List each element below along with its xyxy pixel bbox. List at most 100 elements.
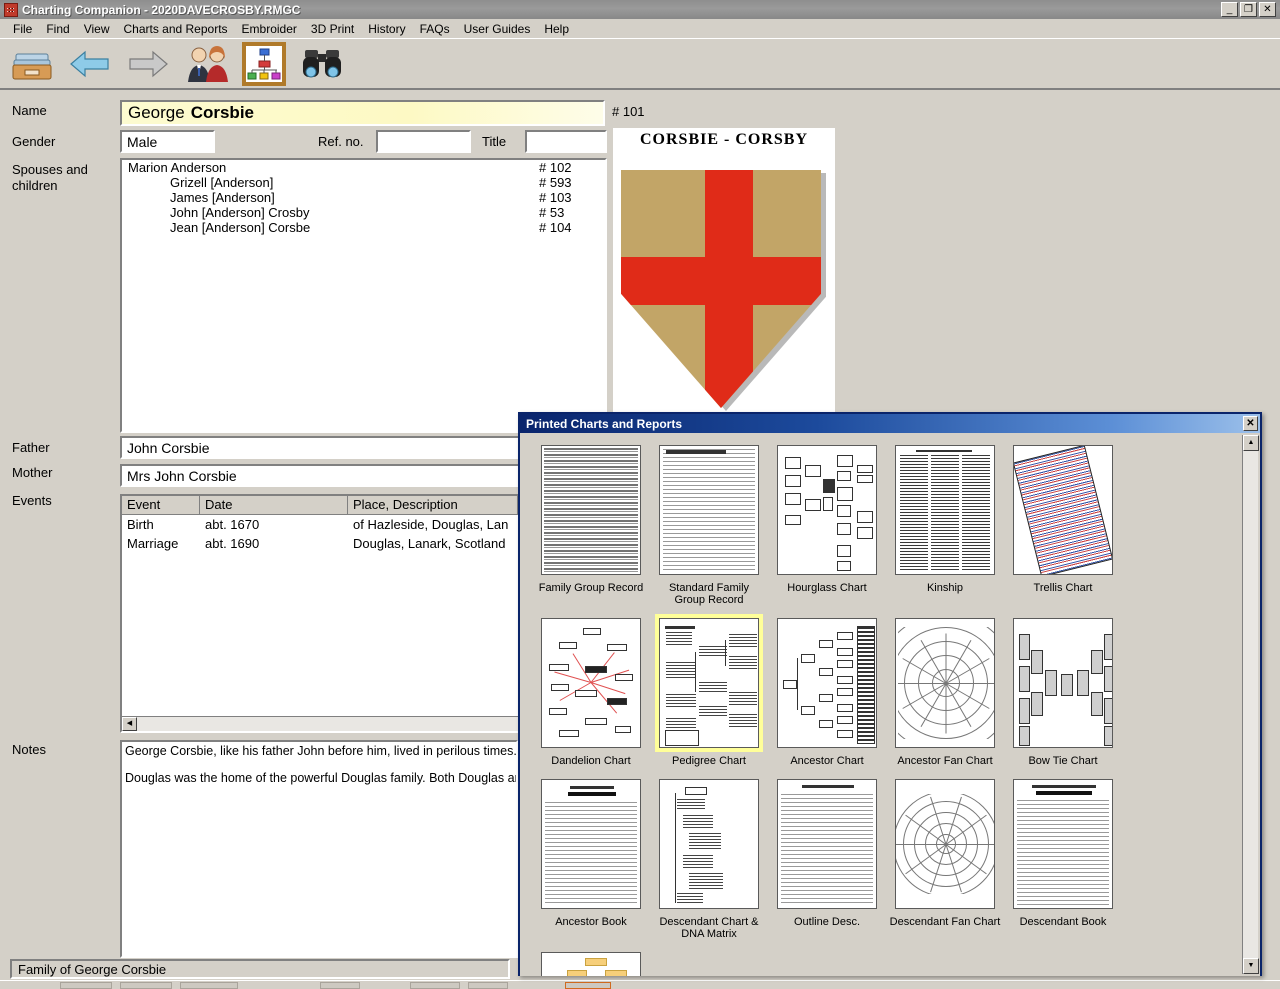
thumbnail-preview[interactable] [895, 618, 995, 748]
chart-thumbnail-grid: Family Group Record Standard Family Grou… [532, 441, 1232, 976]
events-table[interactable]: Event Date Place, Description Birth abt.… [120, 494, 520, 733]
table-row[interactable]: Birth abt. 1670 of Hazleside, Douglas, L… [122, 515, 518, 534]
family-member-id: # 53 [539, 205, 565, 220]
shield-cross-horizontal [621, 257, 821, 305]
thumbnail-preview[interactable] [777, 618, 877, 748]
title-field[interactable] [525, 130, 607, 153]
chart-option-descendant-book[interactable]: Descendant Book [1004, 775, 1122, 940]
family-member-name: James [Anderson] [170, 190, 275, 205]
thumbnail-preview[interactable] [659, 618, 759, 748]
notes-label: Notes [12, 742, 46, 757]
event-name: Marriage [127, 536, 179, 551]
table-row[interactable]: Marriage abt. 1690 Douglas, Lanark, Scot… [122, 534, 518, 553]
thumbnail-preview[interactable] [895, 779, 995, 909]
event-date: abt. 1670 [205, 517, 260, 532]
scroll-up-arrow-icon[interactable]: ▲ [1243, 435, 1259, 451]
thumbnail-preview[interactable] [541, 618, 641, 748]
chart-option-bow-tie-chart[interactable]: Bow Tie Chart [1004, 614, 1122, 767]
thumbnail-preview[interactable] [541, 952, 641, 976]
chart-option-ancestor-chart[interactable]: Ancestor Chart [768, 614, 886, 767]
column-header-date[interactable]: Date [200, 496, 348, 515]
family-member-id: # 103 [539, 190, 572, 205]
event-place: Douglas, Lanark, Scotland [353, 536, 506, 551]
chart-option-label: Family Group Record [538, 582, 644, 594]
coat-of-arms-shield [613, 149, 835, 411]
list-item[interactable]: Marion Anderson # 102 [122, 160, 605, 175]
chart-option-label: Outline Desc. [793, 916, 861, 928]
chart-option-label: Pedigree Chart [672, 755, 746, 767]
chart-option-label: Kinship [926, 582, 964, 594]
family-member-name: Marion Anderson [128, 160, 227, 175]
chart-option-label: Ancestor Chart [790, 755, 864, 767]
thumbnail-preview[interactable] [1013, 779, 1113, 909]
coat-of-arms-title: CORSBIE - CORSBY [639, 131, 809, 148]
application-window: Charting Companion - 2020DAVECROSBY.RMGC… [0, 0, 1280, 989]
title-label: Title [482, 134, 507, 149]
printed-charts-and-reports-dialog: Printed Charts and Reports ✕ Family Grou… [518, 412, 1262, 976]
given-name: George [128, 103, 185, 122]
thumbnail-preview[interactable] [1013, 618, 1113, 748]
list-item[interactable]: Grizell [Anderson] # 593 [122, 175, 605, 190]
list-item[interactable]: John [Anderson] Crosby # 53 [122, 205, 605, 220]
family-member-id: # 593 [539, 175, 572, 190]
chart-option-ancestor-fan-chart[interactable]: Ancestor Fan Chart [886, 614, 1004, 767]
name-field[interactable]: George Corsbie [120, 100, 605, 126]
gender-label: Gender [12, 134, 56, 149]
chart-option-descendant-fan-chart[interactable]: Descendant Fan Chart [886, 775, 1004, 940]
chart-option-label: Bow Tie Chart [1028, 755, 1098, 767]
chart-option-label: Standard Family Group Record [668, 582, 750, 606]
column-header-place[interactable]: Place, Description [348, 496, 518, 515]
notes-textarea[interactable]: George Corsbie, like his father John bef… [120, 740, 518, 958]
scrollbar-track[interactable] [137, 717, 518, 731]
chart-option-standard-family-group-record[interactable]: Standard Family Group Record [650, 441, 768, 606]
event-date: abt. 1690 [205, 536, 260, 551]
dialog-close-button[interactable]: ✕ [1243, 416, 1258, 431]
chart-option-label: Ancestor Book [555, 916, 627, 928]
family-member-id: # 102 [539, 160, 572, 175]
taskbar [0, 980, 1280, 989]
column-header-event[interactable]: Event [122, 496, 200, 515]
thumbnail-preview[interactable] [659, 779, 759, 909]
surname: Corsbie [190, 103, 254, 122]
thumbnail-preview[interactable] [541, 779, 641, 909]
events-table-header: Event Date Place, Description [122, 496, 518, 515]
chart-option-pedigree-chart[interactable]: Pedigree Chart [650, 614, 768, 767]
chart-option-descendant-chart-and-dna-matrix[interactable]: Descendant Chart & DNA Matrix [650, 775, 768, 940]
chart-option-outline-desc[interactable]: Outline Desc. [768, 775, 886, 940]
chart-option-kinship[interactable]: Kinship [886, 441, 1004, 606]
thumbnail-preview[interactable] [777, 445, 877, 575]
dialog-title-bar: Printed Charts and Reports ✕ [520, 414, 1260, 433]
notes-paragraph: Douglas was the home of the powerful Dou… [125, 771, 516, 786]
notes-paragraph: George Corsbie, like his father John bef… [125, 744, 517, 758]
chart-option-family-group-record[interactable]: Family Group Record [532, 441, 650, 606]
shield-field [621, 170, 821, 408]
list-item[interactable]: James [Anderson] # 103 [122, 190, 605, 205]
gender-field[interactable]: Male [120, 130, 215, 153]
chart-option-ancestor-book[interactable]: Ancestor Book [532, 775, 650, 940]
chart-option-dandelion-chart[interactable]: Dandelion Chart [532, 614, 650, 767]
dialog-vertical-scrollbar[interactable]: ▲ ▼ [1242, 435, 1259, 974]
chart-option-label: Descendant Book [1019, 916, 1107, 928]
event-name: Birth [127, 517, 154, 532]
chart-option-label: Descendant Fan Chart [889, 916, 1001, 928]
chart-option-trellis-chart[interactable]: Trellis Chart [1004, 441, 1122, 606]
family-member-name: John [Anderson] Crosby [170, 205, 310, 220]
spouses-and-children-list[interactable]: Marion Anderson # 102 Grizell [Anderson]… [120, 158, 607, 433]
event-place: of Hazleside, Douglas, Lan [353, 517, 509, 532]
scroll-left-arrow-icon[interactable]: ◀ [122, 717, 137, 731]
chart-option-hourglass-chart[interactable]: Hourglass Chart [768, 441, 886, 606]
thumbnail-preview[interactable] [659, 445, 759, 575]
father-label: Father [12, 440, 50, 455]
thumbnail-preview[interactable] [895, 445, 995, 575]
scroll-down-arrow-icon[interactable]: ▼ [1243, 958, 1259, 974]
thumbnail-preview[interactable] [777, 779, 877, 909]
ref-no-field[interactable] [376, 130, 471, 153]
thumbnail-preview[interactable] [1013, 445, 1113, 575]
dialog-title: Printed Charts and Reports [526, 416, 683, 431]
thumbnail-preview[interactable] [541, 445, 641, 575]
events-horizontal-scrollbar[interactable]: ◀ [122, 716, 518, 731]
list-item[interactable]: Jean [Anderson] Corsbe # 104 [122, 220, 605, 235]
status-bar: Family of George Corsbie [10, 959, 510, 979]
chart-option-dna-matrix[interactable]: DNA Matrix [532, 948, 650, 976]
chart-option-label: Ancestor Fan Chart [897, 755, 993, 767]
